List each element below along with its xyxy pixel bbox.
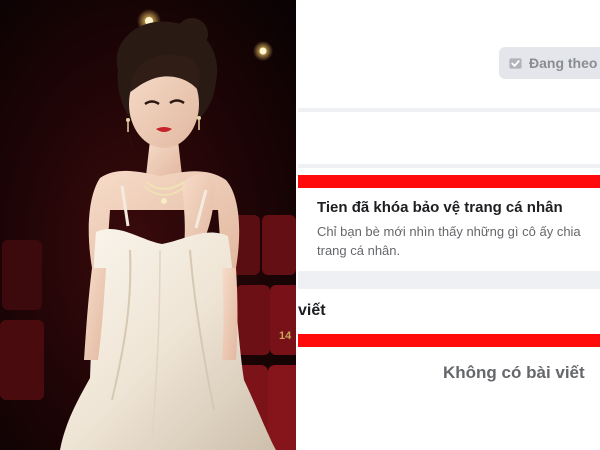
highlight-bar [298, 175, 600, 188]
following-button-label: Đang theo [529, 55, 598, 71]
composite-image: 14 Đang theo Tien đã khóa bảo vệ trang c… [0, 0, 600, 450]
lock-notice-line: Chỉ bạn bè mới nhìn thấy những gì cô ấy … [317, 224, 581, 239]
highlight-bar [298, 334, 600, 347]
following-button[interactable]: Đang theo [499, 47, 600, 79]
lock-notice-title: Tien đã khóa bảo vệ trang cá nhân [317, 199, 563, 216]
no-posts-message: Không có bài viết [443, 363, 585, 382]
lock-notice-line: trang cá nhân. [317, 243, 401, 258]
profile-screenshot: Đang theo Tien đã khóa bảo vệ trang cá n… [298, 0, 600, 450]
portrait-photo: 14 [0, 0, 296, 450]
posts-heading: viết [298, 302, 326, 319]
lock-notice-description: Chỉ bạn bè mới nhìn thấy những gì cô ấy … [317, 222, 600, 260]
profile-section-strip [298, 112, 600, 164]
seat-number: 14 [279, 330, 292, 342]
portrait-illustration: 14 [0, 0, 296, 450]
following-check-icon [509, 57, 522, 69]
profile-header-card: Đang theo [298, 0, 600, 108]
